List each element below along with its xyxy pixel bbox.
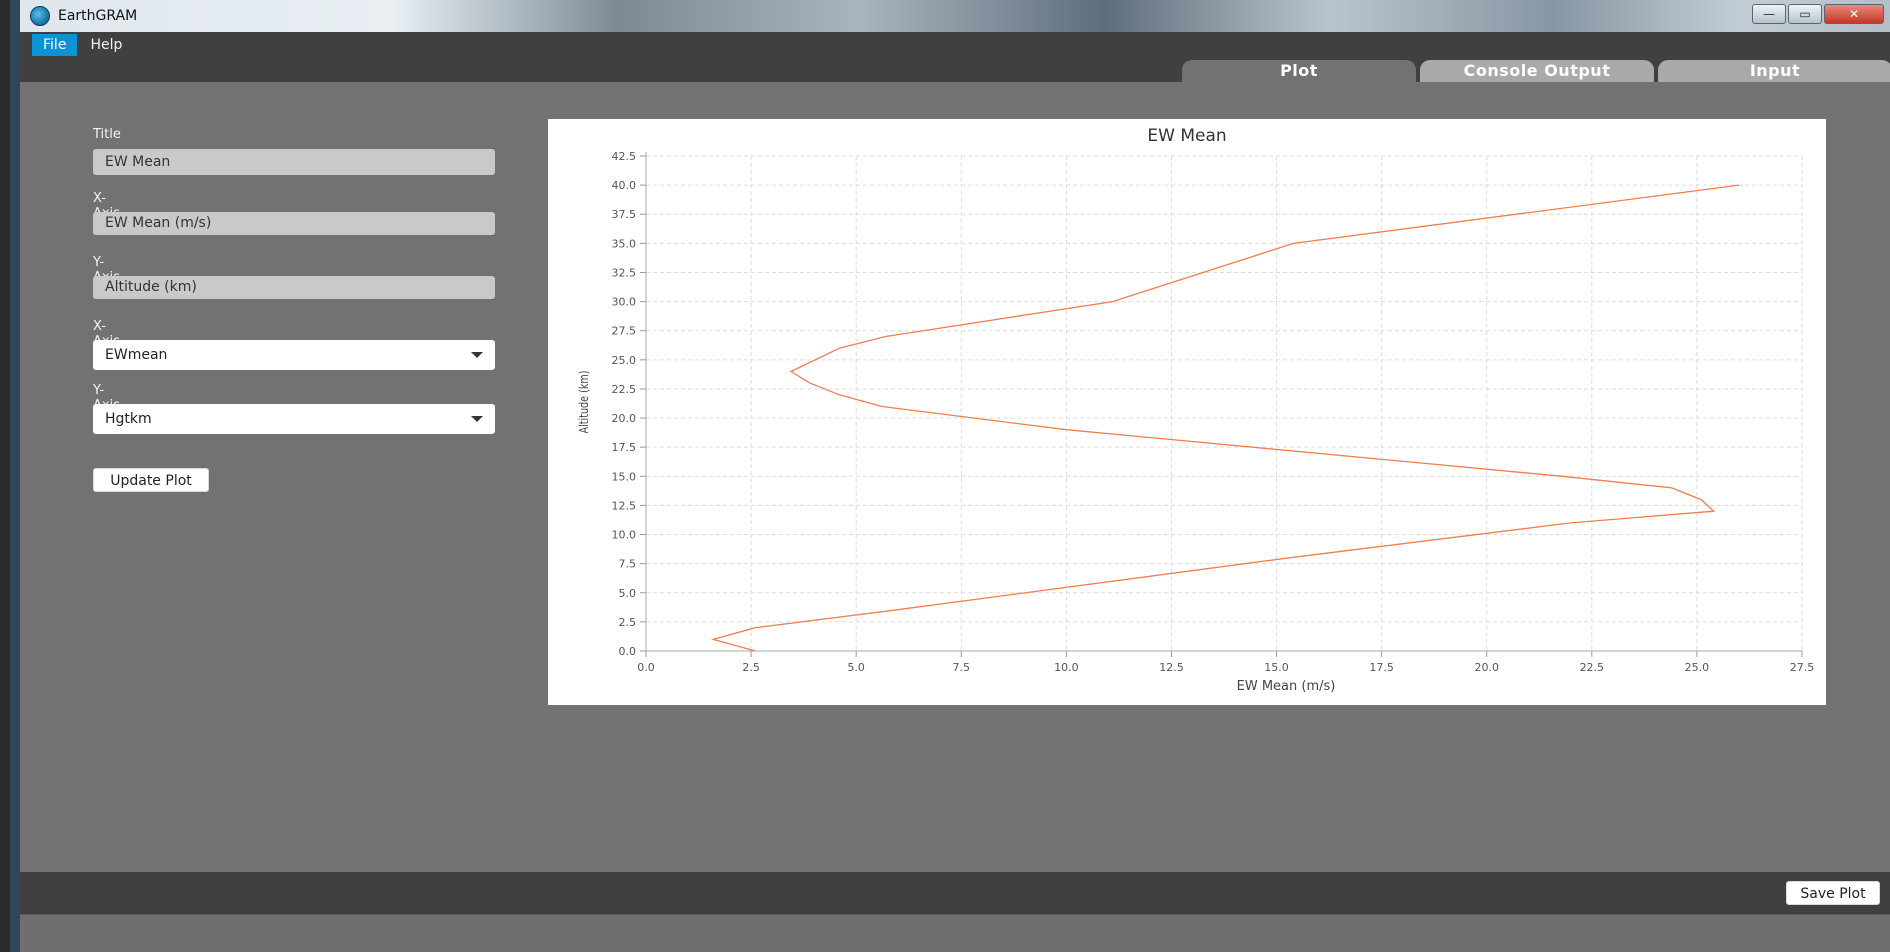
y-axis-select[interactable]: Hgtkm (93, 404, 495, 434)
update-plot-button[interactable]: Update Plot (93, 468, 209, 492)
title-bar[interactable]: EarthGRAM — ▭ ✕ (20, 0, 1890, 32)
y-tick-label: 32.5 (612, 266, 637, 279)
y-tick-label: 37.5 (612, 208, 637, 221)
menu-file[interactable]: File (32, 34, 78, 56)
x-axis-select[interactable]: EWmean (93, 340, 495, 370)
tab-input[interactable]: Input (1658, 60, 1890, 82)
x-tick-label: 25.0 (1685, 661, 1710, 674)
x-tick-label: 12.5 (1159, 661, 1184, 674)
y-tick-label: 2.5 (619, 616, 637, 629)
y-axis-label-input[interactable]: Altitude (km) (93, 276, 495, 299)
footer-bar: Save Plot (20, 872, 1890, 914)
y-tick-label: 12.5 (612, 499, 637, 512)
x-axis-title: EW Mean (m/s) (1237, 679, 1336, 694)
save-plot-button[interactable]: Save Plot (1786, 881, 1880, 905)
x-tick-label: 10.0 (1054, 661, 1079, 674)
y-tick-label: 22.5 (612, 383, 637, 396)
tick-labels: 0.0 2.5 5.0 7.5 10.0 12.5 15.0 17.5 20.0 22.5 25.0… (612, 150, 1815, 674)
y-tick-label: 40.0 (612, 179, 637, 192)
title-input[interactable]: EW Mean (93, 149, 495, 175)
x-tick-label: 22.5 (1580, 661, 1605, 674)
x-tick-label: 0.0 (637, 661, 655, 674)
y-tick-label: 15.0 (612, 470, 637, 483)
y-axis-select-value: Hgtkm (105, 411, 152, 427)
y-tick-label: 30.0 (612, 296, 637, 309)
y-tick-label: 42.5 (612, 150, 637, 163)
window-controls: — ▭ ✕ (1752, 4, 1884, 24)
x-tick-label: 27.5 (1790, 661, 1815, 674)
x-tick-label: 7.5 (953, 661, 971, 674)
app-window: EarthGRAM — ▭ ✕ File Help Plot Console O… (10, 0, 1890, 952)
chevron-down-icon (471, 352, 483, 358)
maximize-button[interactable]: ▭ (1788, 4, 1822, 24)
y-tick-label: 25.0 (612, 354, 637, 367)
chart-title: EW Mean (1147, 126, 1226, 146)
x-tick-label: 2.5 (742, 661, 760, 674)
x-axis-select-value: EWmean (105, 347, 168, 363)
tab-console-output[interactable]: Console Output (1420, 60, 1654, 82)
minimize-button[interactable]: — (1752, 4, 1786, 24)
menu-help[interactable]: Help (79, 34, 133, 56)
tab-bar: Plot Console Output Input (20, 58, 1890, 82)
y-tick-label: 35.0 (612, 237, 637, 250)
y-tick-label: 17.5 (612, 441, 637, 454)
grid-lines (646, 155, 1803, 651)
axes (640, 152, 1803, 657)
window-title: EarthGRAM (58, 8, 138, 24)
x-tick-label: 20.0 (1474, 661, 1499, 674)
x-tick-label: 17.5 (1369, 661, 1394, 674)
y-tick-label: 27.5 (612, 325, 637, 338)
line-chart: 0.0 2.5 5.0 7.5 10.0 12.5 15.0 17.5 20.0 22.5 25.0… (577, 126, 1815, 694)
chevron-down-icon (471, 416, 483, 422)
y-tick-label: 20.0 (612, 412, 637, 425)
status-bar (20, 914, 1890, 952)
x-tick-label: 5.0 (847, 661, 865, 674)
y-tick-label: 7.5 (619, 558, 637, 571)
tab-plot[interactable]: Plot (1182, 60, 1416, 82)
y-tick-label: 10.0 (612, 529, 637, 542)
y-axis-title: Altitude (km) (577, 371, 591, 434)
y-tick-label: 5.0 (619, 587, 637, 600)
close-button[interactable]: ✕ (1824, 4, 1884, 24)
x-tick-label: 15.0 (1264, 661, 1289, 674)
menu-bar: File Help (20, 32, 1890, 58)
earth-globe-icon (30, 6, 50, 26)
chart-panel: 0.0 2.5 5.0 7.5 10.0 12.5 15.0 17.5 20.0 22.5 25.0… (548, 119, 1826, 705)
title-label: Title (93, 127, 121, 142)
y-tick-label: 0.0 (619, 645, 637, 658)
x-axis-label-input[interactable]: EW Mean (m/s) (93, 212, 495, 235)
